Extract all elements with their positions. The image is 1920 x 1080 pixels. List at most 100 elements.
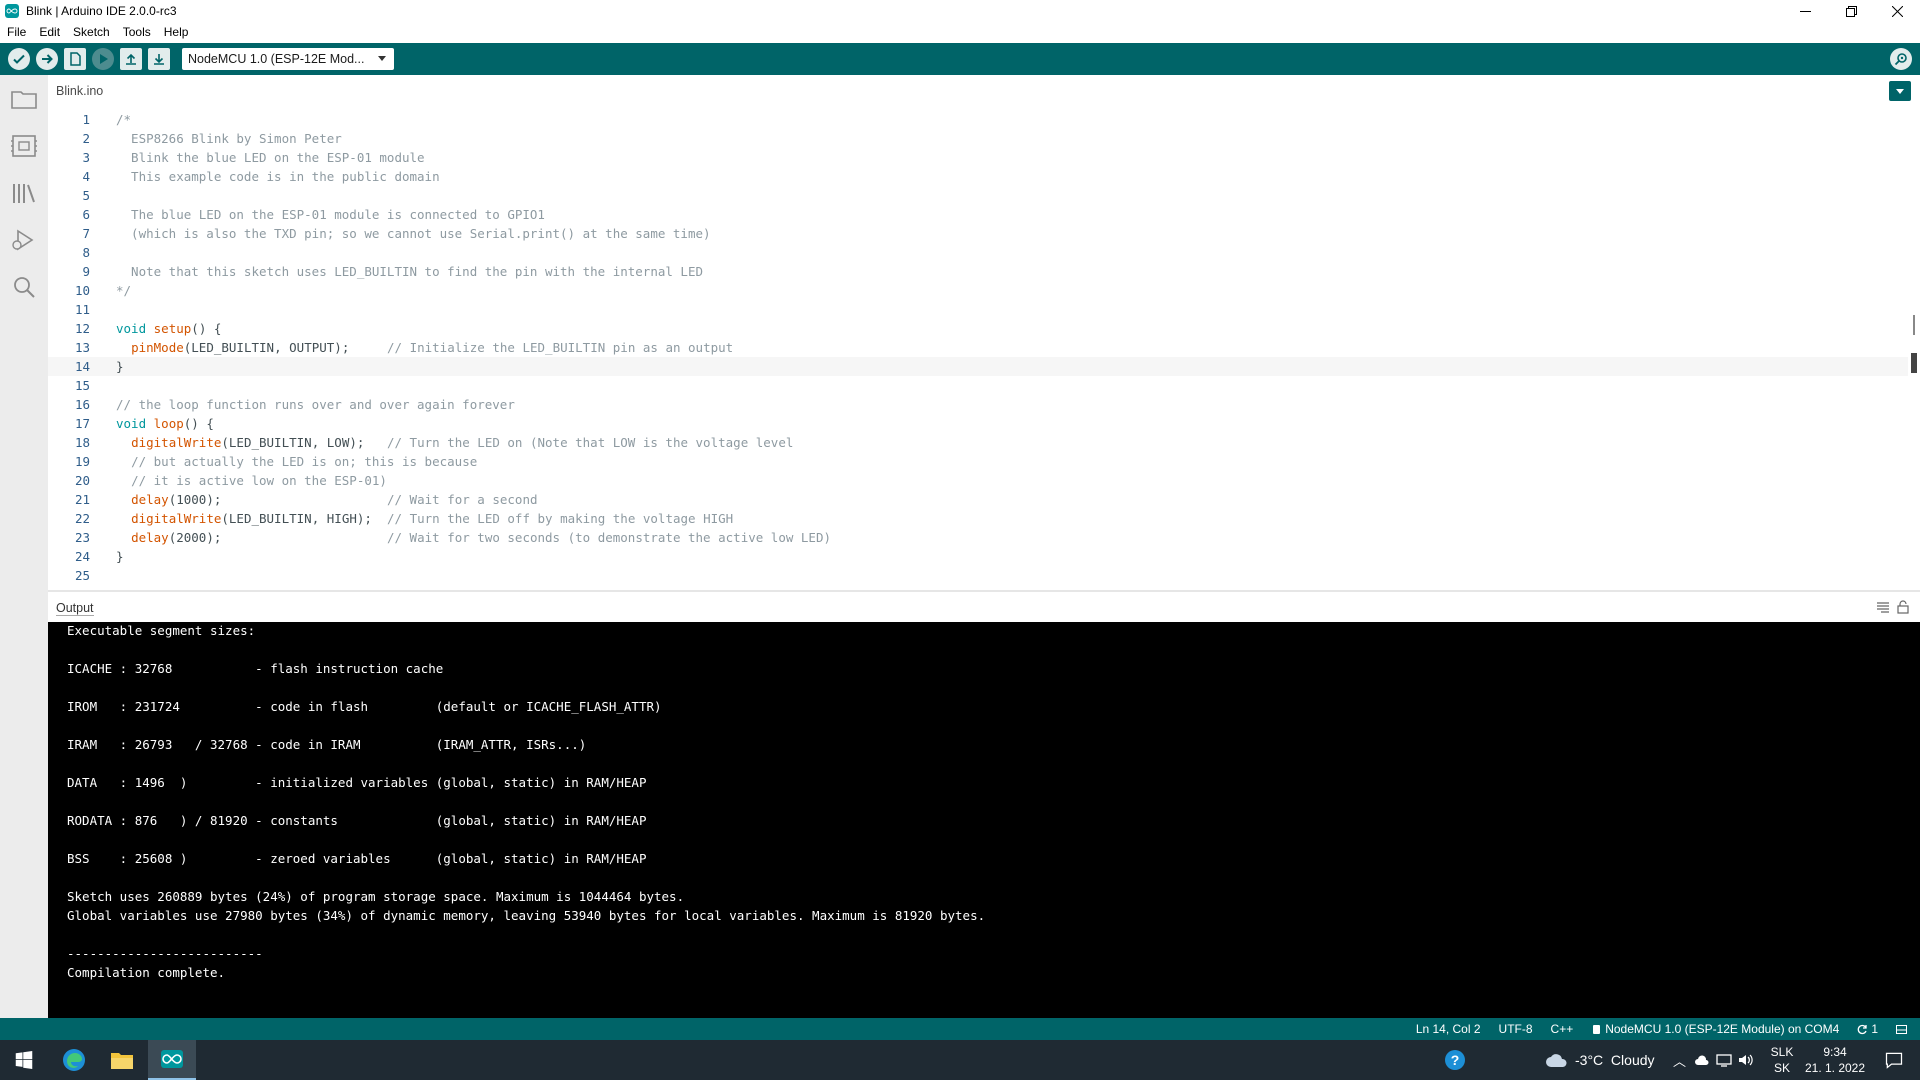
file-encoding[interactable]: UTF-8	[1499, 1022, 1533, 1036]
code-line[interactable]: 24}	[48, 547, 1908, 566]
help-button[interactable]: ?	[1431, 1040, 1479, 1080]
code-text: // the loop function runs over and over …	[116, 397, 515, 412]
code-line[interactable]: 25	[48, 566, 1908, 585]
code-text: The blue LED on the ESP-01 module is con…	[116, 207, 545, 222]
menu-sketch[interactable]: Sketch	[73, 25, 110, 39]
toggle-panel-button[interactable]	[1896, 1024, 1910, 1035]
file-explorer-button[interactable]	[98, 1040, 146, 1080]
edge-browser-icon	[63, 1049, 85, 1071]
line-number: 20	[74, 473, 90, 488]
editor-tab-bar: Blink.ino	[48, 75, 1920, 105]
output-tab[interactable]: Output	[56, 601, 94, 616]
notification-center-button[interactable]	[1870, 1040, 1918, 1080]
debug-icon[interactable]	[10, 226, 38, 254]
code-text: (which is also the TXD pin; so we cannot…	[116, 226, 711, 241]
new-sketch-button[interactable]	[64, 48, 86, 70]
code-line[interactable]: 20 // it is active low on the ESP-01)	[48, 471, 1908, 490]
cursor-marker	[1911, 353, 1917, 373]
code-text: void setup() {	[116, 321, 222, 336]
code-editor[interactable]: 1/* 2 ESP8266 Blink by Simon Peter 3 Blink…	[48, 105, 1920, 590]
volume-icon[interactable]	[1738, 1053, 1754, 1067]
line-number: 3	[82, 150, 90, 165]
board-selector[interactable]: NodeMCU 1.0 (ESP-12E Mod...	[182, 48, 394, 70]
tab-blink-ino[interactable]: Blink.ino	[56, 84, 103, 98]
code-line[interactable]: 23 delay(2000); // Wait for two seconds …	[48, 528, 1908, 547]
code-line[interactable]: 10 */	[48, 281, 1908, 300]
menu-help[interactable]: Help	[164, 25, 189, 39]
debug-icon	[100, 54, 108, 64]
boards-manager-icon[interactable]	[10, 132, 38, 160]
code-text: void loop() {	[116, 416, 214, 431]
network-icon[interactable]	[1716, 1053, 1732, 1067]
open-button[interactable]	[120, 48, 142, 70]
code-line[interactable]: 18 digitalWrite(LED_BUILTIN, LOW); // Tu…	[48, 433, 1908, 452]
cursor-position[interactable]: Ln 14, Col 2	[1416, 1022, 1481, 1036]
clock[interactable]: 9:34 21. 1. 2022	[1800, 1044, 1870, 1076]
code-line[interactable]: 2 ESP8266 Blink by Simon Peter	[48, 129, 1908, 148]
notification-center-icon	[1885, 1052, 1903, 1069]
save-button[interactable]	[148, 48, 170, 70]
arduino-ide-button[interactable]	[148, 1040, 196, 1080]
language-mode[interactable]: C++	[1551, 1022, 1574, 1036]
code-line[interactable]: 21 delay(1000); // Wait for a second	[48, 490, 1908, 509]
start-button[interactable]	[0, 1040, 48, 1080]
close-button[interactable]	[1874, 0, 1920, 22]
clear-output-icon[interactable]	[1876, 600, 1890, 614]
code-line[interactable]: 6 The blue LED on the ESP-01 module is c…	[48, 205, 1908, 224]
weather-widget[interactable]: -3°C Cloudy	[1545, 1040, 1655, 1080]
code-line[interactable]: 9 Note that this sketch uses LED_BUILTIN…	[48, 262, 1908, 281]
code-line[interactable]: 14}	[48, 357, 1908, 376]
code-line[interactable]: 1 /*	[48, 110, 1908, 129]
windows-start-icon	[15, 1051, 33, 1069]
board-status-label: NodeMCU 1.0 (ESP-12E Module) on COM4	[1605, 1022, 1840, 1036]
tab-menu-button[interactable]	[1889, 81, 1911, 101]
code-line[interactable]: 8	[48, 243, 1908, 262]
menu-file[interactable]: File	[7, 25, 26, 39]
new-sketch-icon	[70, 52, 81, 66]
windows-taskbar: ? -3°C Cloudy ︿ SLK SK 9:34 21. 1. 2022	[0, 1040, 1920, 1080]
code-line[interactable]: 7 (which is also the TXD pin; so we cann…	[48, 224, 1908, 243]
output-line: BSS : 25608 ) - zeroed variables (global…	[67, 851, 647, 866]
line-number: 17	[74, 416, 90, 431]
restore-button[interactable]	[1828, 0, 1874, 22]
code-line[interactable]: 3 Blink the blue LED on the ESP-01 modul…	[48, 148, 1908, 167]
code-line[interactable]: 15	[48, 376, 1908, 395]
code-text: Note that this sketch uses LED_BUILTIN t…	[116, 264, 703, 279]
search-icon[interactable]	[10, 273, 38, 301]
notification-count[interactable]: 1	[1857, 1022, 1878, 1036]
code-line[interactable]: 5	[48, 186, 1908, 205]
chevron-up-icon[interactable]: ︿	[1673, 1051, 1686, 1070]
code-line[interactable]: 4 This example code is in the public dom…	[48, 167, 1908, 186]
upload-button[interactable]	[36, 48, 58, 70]
code-line[interactable]: 12 void setup() {	[48, 319, 1908, 338]
menu-edit[interactable]: Edit	[39, 25, 60, 39]
code-line[interactable]: 16 // the loop function runs over and ove…	[48, 395, 1908, 414]
code-line[interactable]: 13 pinMode(LED_BUILTIN, OUTPUT); // Init…	[48, 338, 1908, 357]
serial-monitor-button[interactable]	[1890, 48, 1912, 70]
debug-button[interactable]	[92, 48, 114, 70]
verify-button[interactable]	[8, 48, 30, 70]
edge-browser-button[interactable]	[50, 1040, 98, 1080]
line-number: 11	[74, 302, 90, 317]
minimize-button[interactable]	[1782, 0, 1828, 22]
scrollbar-marker	[1913, 315, 1915, 335]
menu-tools[interactable]: Tools	[123, 25, 151, 39]
code-line[interactable]: 22 digitalWrite(LED_BUILTIN, HIGH); // T…	[48, 509, 1908, 528]
code-line[interactable]: 19 // but actually the LED is on; this i…	[48, 452, 1908, 471]
line-number: 25	[74, 568, 90, 583]
window-title: Blink | Arduino IDE 2.0.0-rc3	[26, 4, 177, 18]
code-line[interactable]: 17 void loop() {	[48, 414, 1908, 433]
menu-bar: File Edit Sketch Tools Help	[0, 22, 1920, 42]
line-number: 14	[74, 359, 90, 374]
library-manager-icon[interactable]	[10, 179, 38, 207]
unlock-icon[interactable]	[1896, 600, 1910, 614]
sketchbook-icon[interactable]	[10, 85, 38, 113]
input-language[interactable]: SLK SK	[1770, 1044, 1794, 1076]
code-text: */	[116, 283, 132, 298]
code-text: /*	[116, 112, 132, 127]
onedrive-icon[interactable]	[1694, 1054, 1710, 1066]
board-status[interactable]: NodeMCU 1.0 (ESP-12E Module) on COM4	[1591, 1022, 1839, 1036]
code-text: pinMode(LED_BUILTIN, OUTPUT); // Initial…	[131, 340, 734, 355]
code-text: // but actually the LED is on; this is b…	[131, 454, 478, 469]
code-line[interactable]: 11	[48, 300, 1908, 319]
